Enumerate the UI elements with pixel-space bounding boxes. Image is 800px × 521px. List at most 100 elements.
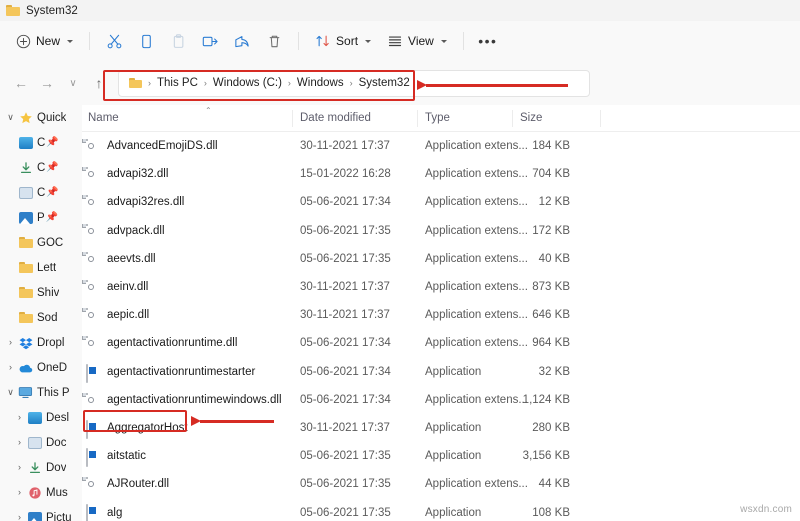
see-more-button[interactable]: ••• [473,27,503,55]
sidebar-item-letters[interactable]: Lett [0,255,82,280]
table-row[interactable]: agentactivationruntime.dll 05-06-2021 17… [82,329,800,357]
sidebar-item-documents[interactable]: › Doc [0,430,82,455]
chevron-right-icon[interactable]: › [4,338,17,347]
column-header-name[interactable]: Name [88,112,119,124]
delete-icon[interactable] [259,27,289,55]
file-type: Application [425,365,482,378]
sidebar-item-music[interactable]: › Mus [0,480,82,505]
sort-button[interactable]: Sort [307,27,379,55]
table-row[interactable]: AdvancedEmojiDS.dll 30-11-2021 17:37 App… [82,132,800,160]
sidebar-item-desktop[interactable]: › Desl [0,405,82,430]
file-explorer-window: System32 New Sort View ••• ← → ∨ ↑ › Thi… [0,0,800,521]
breadcrumb-this-pc[interactable]: This PC [157,77,198,89]
file-name: AggregatorHost [107,421,188,434]
copy-icon[interactable] [131,27,161,55]
sidebar-item-sod[interactable]: Sod [0,305,82,330]
chevron-right-icon[interactable]: › [4,363,17,372]
chevron-right-icon[interactable]: › [13,488,26,497]
sidebar-item-label: GOC [37,236,64,249]
table-row[interactable]: advapi32res.dll 05-06-2021 17:34 Applica… [82,188,800,216]
sort-indicator-icon: ⌃ [205,106,212,115]
up-button[interactable]: ↑ [86,70,112,96]
cut-icon[interactable] [99,27,129,55]
file-size: 280 KB [532,421,570,434]
breadcrumb-separator: › [148,78,151,88]
file-name: advapi32.dll [107,168,169,181]
view-button[interactable]: View [379,27,455,55]
file-size: 32 KB [538,365,570,378]
navigation-pane[interactable]: ∨ Quick C 📌 C 📌 C 📌 P 📌 GOC Lett Shiv So… [0,105,82,521]
sidebar-item-onedrive[interactable]: › OneD [0,355,82,380]
paste-icon [163,27,193,55]
table-row-aggregatorhost[interactable]: AggregatorHost 30-11-2021 17:37 Applicat… [82,414,800,442]
view-button-label: View [408,34,434,48]
file-date: 05-06-2021 17:34 [300,337,391,350]
file-date: 05-06-2021 17:35 [300,478,391,491]
chevron-down-icon[interactable]: ∨ [4,388,17,397]
table-row[interactable]: alg 05-06-2021 17:35 Application 108 KB [82,498,800,521]
sidebar-item-label: Mus [46,486,68,499]
sidebar-item-label: C [37,136,46,149]
application-icon [86,448,88,468]
file-date: 30-11-2021 17:37 [300,281,390,294]
chevron-down-icon[interactable]: ∨ [4,113,17,122]
table-row[interactable]: advapi32.dll 15-01-2022 16:28 Applicatio… [82,160,800,188]
chevron-right-icon[interactable]: › [13,413,26,422]
column-header-size[interactable]: Size [520,112,542,124]
sidebar-item-documents-pinned[interactable]: C 📌 [0,180,82,205]
sort-button-label: Sort [336,34,359,48]
toolbar-divider-3 [462,32,464,50]
file-name: aeevts.dll [107,252,156,265]
table-row[interactable]: agentactivationruntimewindows.dll 05-06-… [82,386,800,414]
address-bar[interactable]: › This PC › Windows (C:) › Windows › Sys… [118,69,590,97]
breadcrumb-windows-c[interactable]: Windows (C:) [213,77,282,89]
sidebar-item-goc[interactable]: GOC [0,230,82,255]
file-size: 172 KB [532,224,570,237]
file-size: 12 KB [538,196,570,209]
table-row[interactable]: AJRouter.dll 05-06-2021 17:35 Applicatio… [82,470,800,498]
sidebar-item-label: Doc [46,436,67,449]
table-row[interactable]: aeevts.dll 05-06-2021 17:35 Application … [82,245,800,273]
downloads-icon [26,461,43,475]
sidebar-item-downloads-pinned[interactable]: C 📌 [0,155,82,180]
file-date: 05-06-2021 17:35 [300,450,391,463]
file-list-pane[interactable]: ⌃ Name Date modified Type Size AdvancedE… [82,105,800,521]
sidebar-item-downloads[interactable]: › Dov [0,455,82,480]
new-button[interactable]: New [8,27,81,55]
sidebar-item-label: P [37,211,45,224]
command-bar: New Sort View ••• [0,21,800,61]
table-row[interactable]: aitstatic 05-06-2021 17:35 Application 3… [82,442,800,470]
table-row[interactable]: aeinv.dll 30-11-2021 17:37 Application e… [82,273,800,301]
sidebar-item-pictures[interactable]: › Pictu [0,505,82,521]
sidebar-item-label: OneD [37,361,68,374]
table-row[interactable]: advpack.dll 05-06-2021 17:35 Application… [82,217,800,245]
chevron-right-icon[interactable]: › [13,438,26,447]
table-row[interactable]: aepic.dll 30-11-2021 17:37 Application e… [82,301,800,329]
file-date: 05-06-2021 17:34 [300,365,391,378]
chevron-right-icon[interactable]: › [13,463,26,472]
sidebar-item-quick-access[interactable]: ∨ Quick [0,105,82,130]
column-header-type[interactable]: Type [425,112,450,124]
forward-button[interactable]: → [34,70,60,96]
breadcrumb-system32[interactable]: System32 [359,77,410,89]
sidebar-item-shiv[interactable]: Shiv [0,280,82,305]
sidebar-item-pictures-pinned[interactable]: P 📌 [0,205,82,230]
table-row[interactable]: agentactivationruntimestarter 05-06-2021… [82,358,800,386]
sidebar-item-desktop-pinned[interactable]: C 📌 [0,130,82,155]
file-name: alg [107,506,123,519]
sidebar-item-dropbox[interactable]: › Dropl [0,330,82,355]
back-button[interactable]: ← [8,70,34,96]
folder-icon [17,237,34,248]
file-size: 3,156 KB [522,450,570,463]
breadcrumb-separator: › [287,78,291,88]
chevron-right-icon[interactable]: › [13,513,26,521]
recent-locations-button[interactable]: ∨ [60,70,86,96]
sidebar-item-this-pc[interactable]: ∨ This P [0,380,82,405]
new-button-label: New [36,34,61,48]
share-icon[interactable] [227,27,257,55]
column-header-date[interactable]: Date modified [300,112,371,124]
breadcrumb-windows[interactable]: Windows [297,77,344,89]
rename-icon[interactable] [195,27,225,55]
file-name: aepic.dll [107,309,150,322]
file-name: agentactivationruntimestarter [107,365,256,378]
